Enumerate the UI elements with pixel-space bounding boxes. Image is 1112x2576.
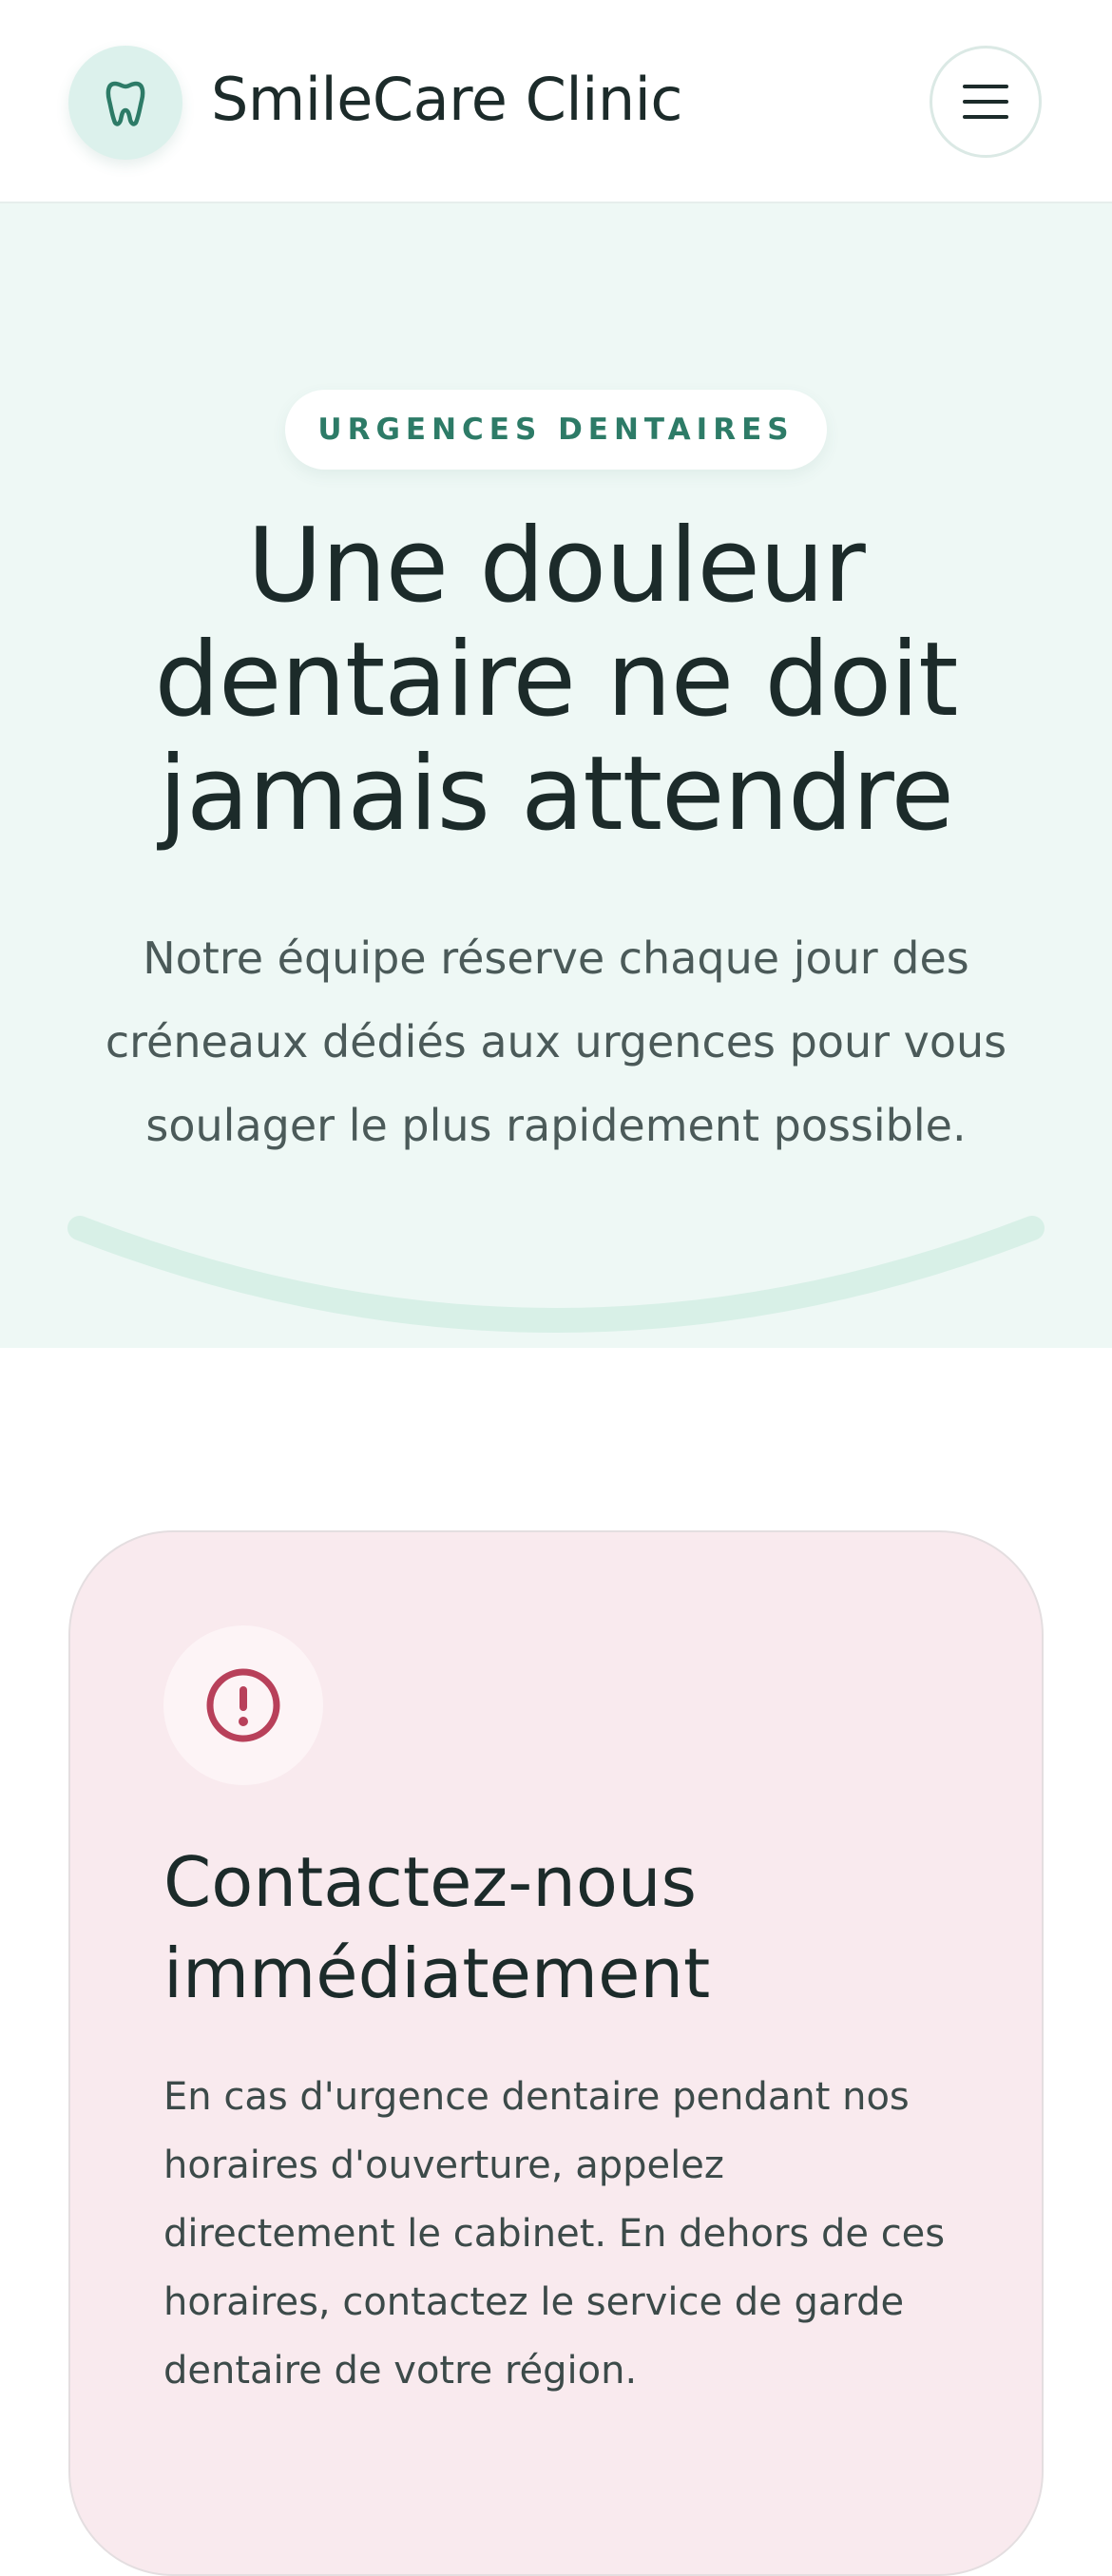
- alert-icon-badge: [163, 1625, 323, 1785]
- alert-circle-icon: [206, 1668, 280, 1742]
- hero-subtitle: Notre équipe réserve chaque jour des cré…: [105, 932, 1007, 1151]
- logo[interactable]: [68, 46, 182, 160]
- hero-section: URGENCES DENTAIRES Une douleur dentaire …: [0, 203, 1112, 1348]
- hero-title: Une douleur dentaire ne doit jamais atte…: [154, 507, 959, 854]
- hero-eyebrow-badge: URGENCES DENTAIRES: [285, 390, 827, 470]
- smile-decoration: [67, 1216, 1045, 1333]
- hamburger-menu-icon: [963, 85, 1008, 119]
- tooth-icon: [105, 81, 145, 126]
- site-header: SmileCare Clinic: [0, 0, 1112, 203]
- card-description: En cas d'urgence dentaire pendant nos ho…: [163, 2075, 946, 2393]
- emergency-contact-card: Contactez-nous immédiatement En cas d'ur…: [68, 1530, 1044, 2576]
- menu-button[interactable]: [930, 46, 1042, 158]
- card-title: Contactez-nous immédiatement: [163, 1842, 711, 2013]
- brand-name[interactable]: SmileCare Clinic: [211, 59, 682, 141]
